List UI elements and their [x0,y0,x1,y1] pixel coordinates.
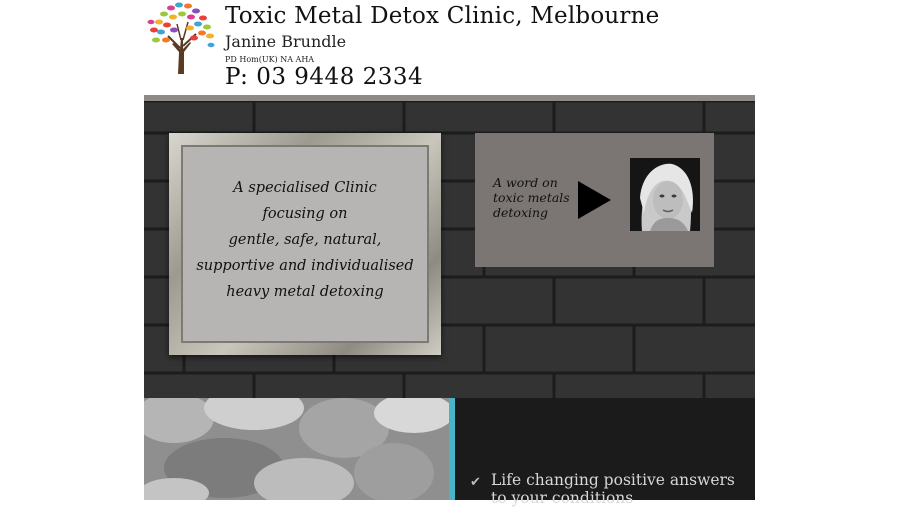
video-caption-line: A word on [493,175,558,190]
clinic-tagline: A specialised Clinic focusing on gentle,… [196,175,413,305]
tree-logo-icon[interactable] [144,0,216,74]
video-caption-line: detoxing [493,205,549,220]
tagline-line: supportive and individualised [196,258,414,274]
qualifications: PD Hom(UK) NA AHA [225,55,315,64]
tagline-line: A specialised Clinic [233,180,377,196]
video-caption-line: toxic metals [493,190,570,205]
phone-number[interactable]: P: 03 9448 2334 [225,64,423,90]
tagline-line: focusing on [262,206,348,222]
feature-item-text: Life changing positive answers to your c… [491,471,735,507]
hero-banner: A specialised Clinic focusing on gentle,… [144,95,755,398]
features-panel: ✔ Life changing positive answers to your… [455,398,755,507]
tagline-line: heavy metal detoxing [226,284,384,300]
play-icon[interactable] [578,181,611,219]
tagline-line: gentle, safe, natural, [228,232,382,248]
feature-photo [144,398,449,500]
practitioner-name: Janine Brundle [225,32,347,51]
clinic-title: Toxic Metal Detox Clinic, Melbourne [225,3,660,29]
picture-frame: A specialised Clinic focusing on gentle,… [169,133,441,355]
video-caption: A word on toxic metals detoxing [493,175,583,220]
video-link-card[interactable]: A word on toxic metals detoxing [475,133,714,267]
frame-panel: A specialised Clinic focusing on gentle,… [181,145,429,343]
portrait-photo [630,158,700,231]
page: Toxic Metal Detox Clinic, Melbourne Jani… [144,0,755,507]
site-header: Toxic Metal Detox Clinic, Melbourne Jani… [144,0,755,95]
check-icon: ✔ [470,475,481,490]
